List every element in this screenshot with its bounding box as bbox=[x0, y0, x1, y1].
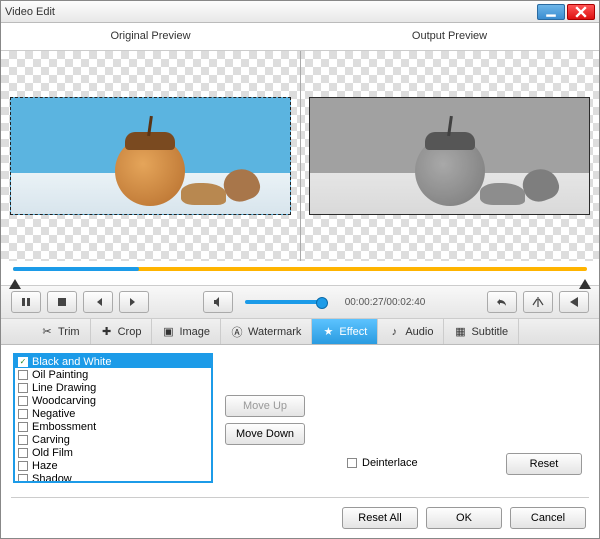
effect-item[interactable]: Embossment bbox=[15, 420, 211, 433]
effect-label: Embossment bbox=[32, 421, 96, 433]
undo-button[interactable] bbox=[487, 291, 517, 313]
effect-item[interactable]: Carving bbox=[15, 433, 211, 446]
effect-item[interactable]: Woodcarving bbox=[15, 394, 211, 407]
effect-item[interactable]: Negative bbox=[15, 407, 211, 420]
effect-label: Black and White bbox=[32, 356, 111, 368]
volume-slider[interactable] bbox=[245, 300, 325, 304]
crop-icon: ✚ bbox=[101, 326, 113, 338]
effect-label: Negative bbox=[32, 408, 75, 420]
subtitle-icon: ▦ bbox=[454, 326, 466, 338]
output-preview-label: Output Preview bbox=[300, 23, 599, 50]
star-icon: ★ bbox=[322, 326, 334, 338]
ok-button[interactable]: OK bbox=[426, 507, 502, 529]
tab-watermark[interactable]: ⒶWatermark bbox=[221, 319, 312, 344]
watermark-icon: Ⓐ bbox=[231, 326, 243, 338]
playback-controls: 00:00:27/00:02:40 bbox=[1, 285, 599, 319]
cancel-button[interactable]: Cancel bbox=[510, 507, 586, 529]
effect-item[interactable]: Line Drawing bbox=[15, 381, 211, 394]
checkbox-icon[interactable]: ✓ bbox=[18, 357, 28, 367]
original-preview-label: Original Preview bbox=[1, 23, 300, 50]
checkbox-icon[interactable] bbox=[18, 383, 28, 393]
move-up-button[interactable]: Move Up bbox=[225, 395, 305, 417]
pause-button[interactable] bbox=[11, 291, 41, 313]
preview-area bbox=[1, 51, 599, 261]
effect-list[interactable]: ✓ Black and WhiteOil PaintingLine Drawing… bbox=[13, 353, 213, 483]
dialog-footer: Reset All OK Cancel bbox=[342, 507, 586, 529]
trim-start-marker[interactable] bbox=[9, 279, 21, 289]
tab-trim[interactable]: ✂Trim bbox=[31, 319, 91, 344]
original-frame bbox=[10, 97, 291, 215]
deinterlace-checkbox[interactable]: Deinterlace bbox=[347, 457, 418, 469]
image-icon: ▣ bbox=[162, 326, 174, 338]
flip-vertical-button[interactable] bbox=[559, 291, 589, 313]
effect-item[interactable]: Haze bbox=[15, 459, 211, 472]
preview-headers: Original Preview Output Preview bbox=[1, 23, 599, 51]
effect-label: Carving bbox=[32, 434, 70, 446]
checkbox-icon[interactable] bbox=[18, 474, 28, 484]
checkbox-icon[interactable] bbox=[18, 435, 28, 445]
tab-audio[interactable]: ♪Audio bbox=[378, 319, 444, 344]
tab-crop[interactable]: ✚Crop bbox=[91, 319, 153, 344]
effect-item[interactable]: ✓ Black and White bbox=[15, 355, 211, 368]
effect-item[interactable]: Old Film bbox=[15, 446, 211, 459]
checkbox-icon[interactable] bbox=[18, 422, 28, 432]
tab-effect[interactable]: ★Effect bbox=[312, 319, 378, 344]
original-preview-pane[interactable] bbox=[1, 51, 300, 261]
window-title: Video Edit bbox=[5, 6, 535, 18]
effect-label: Oil Painting bbox=[32, 369, 88, 381]
checkbox-icon[interactable] bbox=[18, 370, 28, 380]
reset-all-button[interactable]: Reset All bbox=[342, 507, 418, 529]
checkbox-icon[interactable] bbox=[18, 409, 28, 419]
music-icon: ♪ bbox=[388, 326, 400, 338]
tab-image[interactable]: ▣Image bbox=[152, 319, 221, 344]
titlebar: Video Edit bbox=[1, 1, 599, 23]
flip-horizontal-button[interactable] bbox=[523, 291, 553, 313]
checkbox-icon[interactable] bbox=[18, 448, 28, 458]
volume-button[interactable] bbox=[203, 291, 233, 313]
checkbox-icon bbox=[347, 458, 357, 468]
trim-end-marker[interactable] bbox=[579, 279, 591, 289]
tab-subtitle[interactable]: ▦Subtitle bbox=[444, 319, 519, 344]
time-display: 00:00:27/00:02:40 bbox=[345, 297, 426, 308]
tab-bar: ✂Trim ✚Crop ▣Image ⒶWatermark ★Effect ♪A… bbox=[1, 319, 599, 345]
scissors-icon: ✂ bbox=[41, 326, 53, 338]
output-frame bbox=[309, 97, 590, 215]
stop-button[interactable] bbox=[47, 291, 77, 313]
checkbox-icon[interactable] bbox=[18, 461, 28, 471]
timeline[interactable] bbox=[1, 261, 599, 285]
effect-item[interactable]: Shadow bbox=[15, 472, 211, 483]
effect-label: Shadow bbox=[32, 473, 72, 484]
reset-button[interactable]: Reset bbox=[506, 453, 582, 475]
checkbox-icon[interactable] bbox=[18, 396, 28, 406]
effect-item[interactable]: Oil Painting bbox=[15, 368, 211, 381]
set-end-button[interactable] bbox=[119, 291, 149, 313]
effect-label: Haze bbox=[32, 460, 58, 472]
effect-label: Old Film bbox=[32, 447, 73, 459]
output-preview-pane bbox=[301, 51, 600, 261]
effect-label: Line Drawing bbox=[32, 382, 96, 394]
close-button[interactable] bbox=[567, 4, 595, 20]
set-start-button[interactable] bbox=[83, 291, 113, 313]
effect-label: Woodcarving bbox=[32, 395, 96, 407]
minimize-button[interactable] bbox=[537, 4, 565, 20]
move-down-button[interactable]: Move Down bbox=[225, 423, 305, 445]
